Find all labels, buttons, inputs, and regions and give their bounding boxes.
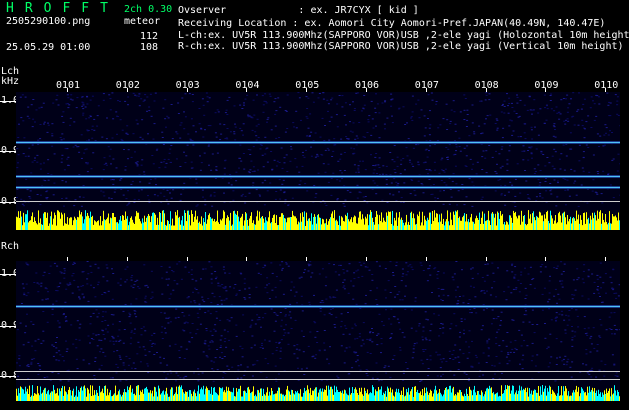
lch-level-meter (16, 210, 620, 230)
time-label: 0106 (355, 80, 380, 91)
lch-spectrogram-canvas (16, 92, 620, 230)
rch-level-meter (16, 385, 620, 401)
lch-info-line: L-ch:ex. UV5R 113.900Mhz(SAPPORO VOR)USB… (178, 30, 629, 41)
lch-carrier-line (16, 142, 620, 143)
time-label: 0103 (175, 80, 200, 91)
time-label: 0110 (594, 80, 619, 91)
version-label: 2ch 0.30 (124, 4, 173, 15)
time-label: 0101 (56, 80, 81, 91)
lch-spectrogram (16, 92, 620, 230)
location-line: Receiving Location : ex. Aomori City Aom… (178, 18, 606, 29)
time-label: 0109 (534, 80, 559, 91)
time-label: 0104 (235, 80, 260, 91)
time-label: 0105 (295, 80, 320, 91)
rch-info-line: R-ch:ex. UV5R 113.900Mhz(SAPPORO VOR)USB… (178, 41, 624, 52)
rch-spectrogram-canvas (16, 261, 620, 401)
lch-carrier-line (16, 176, 620, 177)
mode-label: meteor (124, 16, 161, 27)
rch-noise (16, 261, 620, 382)
time-label: 0102 (115, 80, 140, 91)
observer-line: Ovserver : ex. JR7CYX [ kid ] (178, 5, 419, 16)
time-label: 0107 (414, 80, 439, 91)
lch-unit-label: kHz (1, 76, 20, 87)
filename-label: 2505290100.png (6, 16, 91, 27)
rch-label: Rch (1, 241, 20, 252)
rch-carrier-line (16, 306, 620, 307)
time-label: 0108 (474, 80, 499, 91)
lch-count: 112 (140, 31, 159, 42)
lch-noise (16, 92, 620, 207)
rch-reference-line (16, 371, 620, 372)
lch-carrier-line (16, 187, 620, 188)
lch-reference-line (16, 201, 620, 202)
rch-count: 108 (140, 42, 159, 53)
rch-spectrogram (16, 261, 620, 401)
datetime-label: 25.05.29 01:00 (6, 42, 91, 53)
rch-reference-line (16, 379, 620, 380)
app-brand: HROFFT (6, 1, 119, 16)
